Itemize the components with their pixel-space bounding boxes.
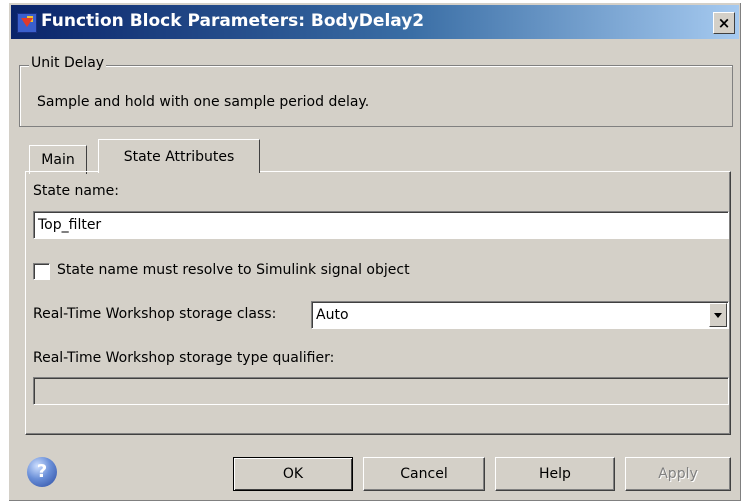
tab-state-attributes[interactable]: State Attributes (98, 139, 260, 173)
question-icon[interactable]: ? (27, 457, 57, 487)
close-button[interactable]: × (713, 12, 735, 34)
state-name-label: State name: (33, 183, 119, 199)
storage-class-value: Auto (316, 307, 349, 323)
simulink-block-icon (17, 13, 37, 33)
dialog-window: Function Block Parameters: BodyDelay2 × … (8, 2, 741, 501)
group-label: Unit Delay (29, 55, 107, 71)
tab-main[interactable]: Main (29, 145, 87, 174)
window-title: Function Block Parameters: BodyDelay2 (41, 11, 425, 31)
storage-qualifier-input (33, 377, 729, 405)
storage-class-label: Real-Time Workshop storage class: (33, 306, 277, 322)
ok-button[interactable]: OK (233, 457, 353, 491)
help-button[interactable]: Help (495, 457, 615, 491)
chevron-down-icon[interactable] (709, 303, 727, 327)
storage-qualifier-label: Real-Time Workshop storage type qualifie… (33, 350, 335, 366)
block-description: Sample and hold with one sample period d… (37, 94, 370, 110)
state-name-input[interactable]: Top_filter (33, 211, 729, 239)
title-bar[interactable]: Function Block Parameters: BodyDelay2 × (11, 5, 739, 39)
resolve-signal-checkbox[interactable] (33, 263, 50, 280)
storage-class-select[interactable]: Auto (311, 301, 729, 329)
resolve-signal-label: State name must resolve to Simulink sign… (57, 262, 410, 278)
apply-button[interactable]: Apply (625, 457, 731, 491)
cancel-button[interactable]: Cancel (363, 457, 485, 491)
